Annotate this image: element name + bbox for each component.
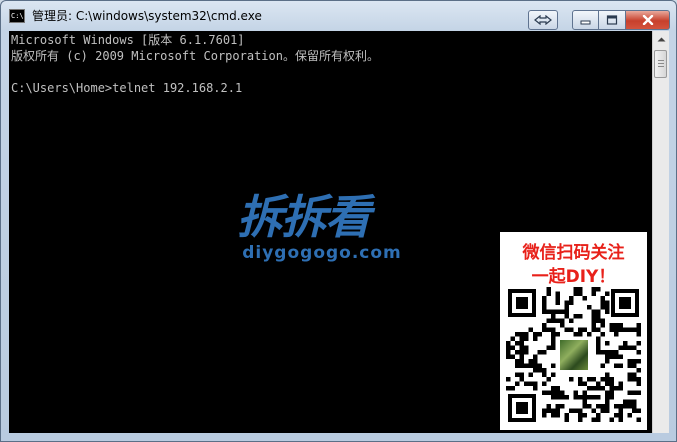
console-line: 版权所有 (c) 2009 Microsoft Corporation。保留所有… [11,49,379,63]
thumb-grip [658,60,664,61]
title-bar[interactable]: C:\ 管理员: C:\windows\system32\cmd.exe [1,1,676,31]
cmd-app-icon[interactable]: C:\ [9,9,25,23]
maximize-icon [606,15,618,25]
maximize-button[interactable] [599,10,626,30]
qr-promo-panel: 微信扫码关注 一起DIY！ [500,232,647,430]
window-title: 管理员: C:\windows\system32\cmd.exe [32,9,262,23]
qr-headline-2: 一起DIY！ [531,267,616,287]
restore-button[interactable] [528,10,558,30]
watermark-logo-text: 拆拆看 [237,190,371,244]
minimize-button[interactable] [572,10,599,30]
console-prompt-line: C:\Users\Home>telnet 192.168.2.1 [11,81,243,95]
vertical-scrollbar[interactable] [652,31,669,433]
cmd-window: C:\ 管理员: C:\windows\system32\cmd.exe Mic… [0,0,677,442]
qr-headline-1: 微信扫码关注 [522,243,625,263]
qr-code [506,287,641,424]
close-button[interactable] [626,10,670,30]
qr-avatar [558,338,590,372]
thumb-grip [658,66,664,67]
arrow-up-icon [657,37,665,42]
watermark-site: diygogogo.com [242,243,402,263]
watermark-logo: 拆拆看 diygogogo.com [237,181,417,269]
thumb-grip [658,63,664,64]
console-line: Microsoft Windows [版本 6.1.7601] [11,33,245,47]
close-icon [642,15,653,25]
minimize-icon [580,20,590,25]
scroll-up-button[interactable] [653,31,669,48]
restore-icon [534,15,552,25]
scroll-thumb[interactable] [654,50,667,78]
